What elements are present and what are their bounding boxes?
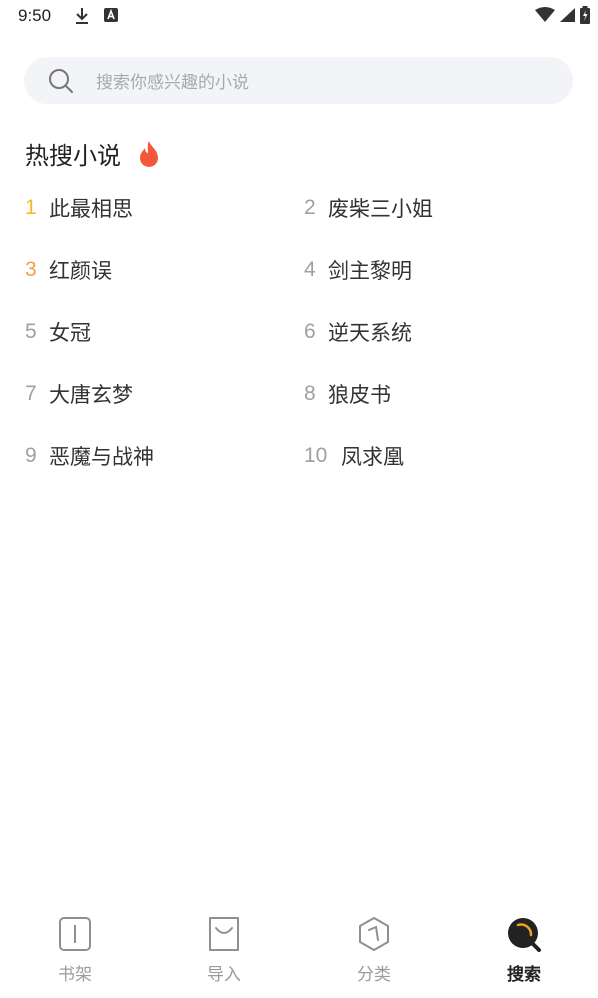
hot-rank: 5 (25, 320, 37, 343)
app-notification-icon (104, 8, 118, 22)
tab-label: 搜索 (507, 965, 541, 985)
search-tab-icon (508, 918, 541, 952)
hot-rank: 10 (304, 444, 328, 467)
tab-label: 书架 (58, 965, 92, 985)
hot-rank: 3 (25, 258, 37, 281)
hot-item-9[interactable]: 9 恶魔与战神 (25, 434, 154, 478)
hot-section-title: 热搜小说 (25, 142, 121, 170)
hot-item-2[interactable]: 2 废柴三小姐 (304, 186, 433, 230)
hot-title: 女冠 (49, 321, 91, 345)
bottom-tab-bar: 书架 导入 分类 搜索 (0, 906, 598, 998)
hot-title: 逆天系统 (328, 321, 412, 345)
hot-rank: 2 (304, 196, 316, 219)
hot-rank: 1 (25, 196, 37, 219)
hot-rank: 9 (25, 444, 37, 467)
hot-item-7[interactable]: 7 大唐玄梦 (25, 372, 133, 416)
hot-item-10[interactable]: 10 凤求凰 (304, 434, 404, 478)
hot-title: 狼皮书 (328, 383, 391, 407)
hot-item-5[interactable]: 5 女冠 (25, 310, 91, 354)
hot-title: 恶魔与战神 (49, 445, 154, 469)
tab-category[interactable]: 分类 (334, 906, 414, 986)
hot-title: 红颜误 (49, 259, 112, 283)
battery-icon (580, 6, 590, 24)
hot-item-1[interactable]: 1 此最相思 (25, 186, 133, 230)
tab-import[interactable]: 导入 (184, 906, 264, 986)
status-time: 9:50 (18, 6, 52, 25)
hot-item-6[interactable]: 6 逆天系统 (304, 310, 412, 354)
download-icon (76, 8, 88, 24)
hot-rank: 8 (304, 382, 316, 405)
hot-title: 废柴三小姐 (328, 197, 433, 221)
search-icon (49, 68, 73, 93)
tab-bookshelf[interactable]: 书架 (35, 906, 115, 986)
fire-icon (140, 140, 158, 167)
import-bag-icon (209, 917, 239, 951)
hot-item-3[interactable]: 3 红颜误 (25, 248, 112, 292)
hot-item-8[interactable]: 8 狼皮书 (304, 372, 391, 416)
hot-title: 剑主黎明 (328, 259, 412, 283)
hot-title: 凤求凰 (341, 445, 404, 469)
search-bar[interactable]: 搜索你感兴趣的小说 (24, 57, 573, 104)
cellular-signal-icon (560, 8, 575, 22)
tab-label: 分类 (357, 965, 391, 985)
hot-rank: 6 (304, 320, 316, 343)
hot-item-4[interactable]: 4 剑主黎明 (304, 248, 412, 292)
hot-rank: 7 (25, 382, 37, 405)
wifi-icon (535, 7, 555, 22)
status-icons (535, 6, 590, 24)
tab-search[interactable]: 搜索 (484, 906, 564, 986)
category-hexagon-icon (359, 917, 389, 951)
search-placeholder: 搜索你感兴趣的小说 (96, 73, 249, 93)
hot-rank: 4 (304, 258, 316, 281)
bookshelf-icon (59, 917, 91, 951)
tab-label: 导入 (207, 965, 241, 985)
hot-title: 大唐玄梦 (49, 383, 133, 407)
hot-title: 此最相思 (49, 197, 133, 221)
status-bar: 9:50 (0, 0, 598, 34)
hot-section-header: 热搜小说 (25, 136, 161, 171)
